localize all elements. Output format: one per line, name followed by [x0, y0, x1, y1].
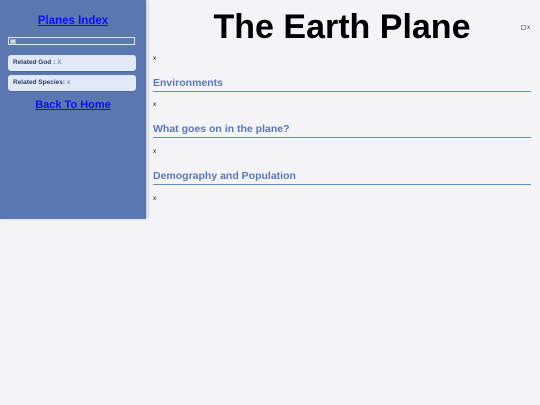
- broken-image-icon: [521, 24, 526, 30]
- section-text-what-goes-on: x: [153, 148, 157, 155]
- page-title: The Earth Plane: [213, 8, 471, 46]
- related-species-card: Related Species: x: [8, 75, 136, 91]
- section-text-environments: x: [153, 101, 157, 108]
- sidebar-image: [8, 37, 135, 45]
- related-god-label: Related God :: [13, 59, 56, 66]
- related-species-value: x: [65, 79, 71, 86]
- intro-text: x: [153, 55, 157, 62]
- related-god-card: Related God : X: [8, 55, 136, 71]
- header-image: x: [521, 24, 530, 31]
- sidebar: Planes Index Related God : X Related Spe…: [0, 0, 146, 219]
- broken-image-icon: [10, 39, 16, 44]
- header-image-alt: x: [527, 24, 531, 31]
- related-species-label: Related Species:: [13, 79, 66, 86]
- planes-index-link[interactable]: Planes Index: [0, 15, 146, 27]
- back-to-home-link[interactable]: Back To Home: [0, 99, 146, 111]
- section-heading-demography: Demography and Population: [153, 170, 531, 185]
- main-content: The Earth Plane x x Environments x What …: [153, 0, 531, 405]
- section-text-demography: x: [153, 195, 157, 202]
- section-heading-what-goes-on: What goes on in the plane?: [153, 123, 531, 138]
- section-heading-environments: Environments: [153, 77, 531, 92]
- related-god-value: X: [55, 59, 62, 66]
